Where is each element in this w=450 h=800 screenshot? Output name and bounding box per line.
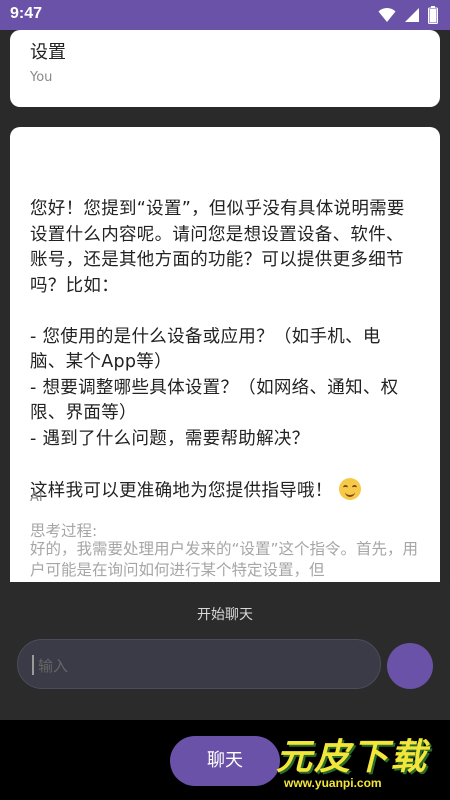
watermark-url: www.yuanpi.com (284, 776, 382, 790)
start-chat-label: 开始聊天 (197, 607, 253, 623)
status-time: 9:47 (10, 5, 43, 22)
smile-emoji-icon (338, 477, 361, 500)
battery-icon (428, 6, 438, 24)
chat-button[interactable]: 聊天 (170, 736, 280, 786)
wifi-icon (378, 7, 396, 22)
thinking-text: 好的，我需要处理用户发来的“设置”这个指令。首先，用户可能是在询问如何进行某个特… (30, 540, 419, 579)
signal-icon (405, 8, 419, 22)
message-input[interactable]: 输入 (17, 639, 381, 689)
message-sender: AI (30, 490, 43, 505)
status-bar: 9:47 (0, 0, 450, 30)
input-placeholder: 输入 (38, 657, 69, 675)
watermark-logo: 元皮下载 www.yuanpi.com (270, 728, 442, 794)
message-text: 您好！您提到“设置”，但似乎没有具体说明需要设置什么内容呢。请问您是想设置设备、… (30, 199, 405, 501)
thinking-label: 思考过程: (30, 522, 98, 540)
status-icons (378, 6, 438, 24)
watermark-brand: 元皮下载 (276, 737, 429, 778)
chat-list[interactable]: 设置 You 您好！您提到“设置”，但似乎没有具体说明需要设置什么内容呢。请问您… (0, 30, 450, 582)
message-text: 设置 (30, 42, 66, 63)
message-card-user: 设置 You (10, 30, 440, 107)
composer-panel: 开始聊天 输入 (0, 582, 450, 720)
message-sender: You (30, 70, 53, 85)
message-card-ai: 您好！您提到“设置”，但似乎没有具体说明需要设置什么内容呢。请问您是想设置设备、… (10, 127, 440, 582)
text-caret (32, 655, 34, 675)
message-text-ai: 您好！您提到“设置”，但似乎没有具体说明需要设置什么内容呢。请问您是想设置设备、… (30, 197, 415, 504)
send-button[interactable] (387, 643, 433, 689)
